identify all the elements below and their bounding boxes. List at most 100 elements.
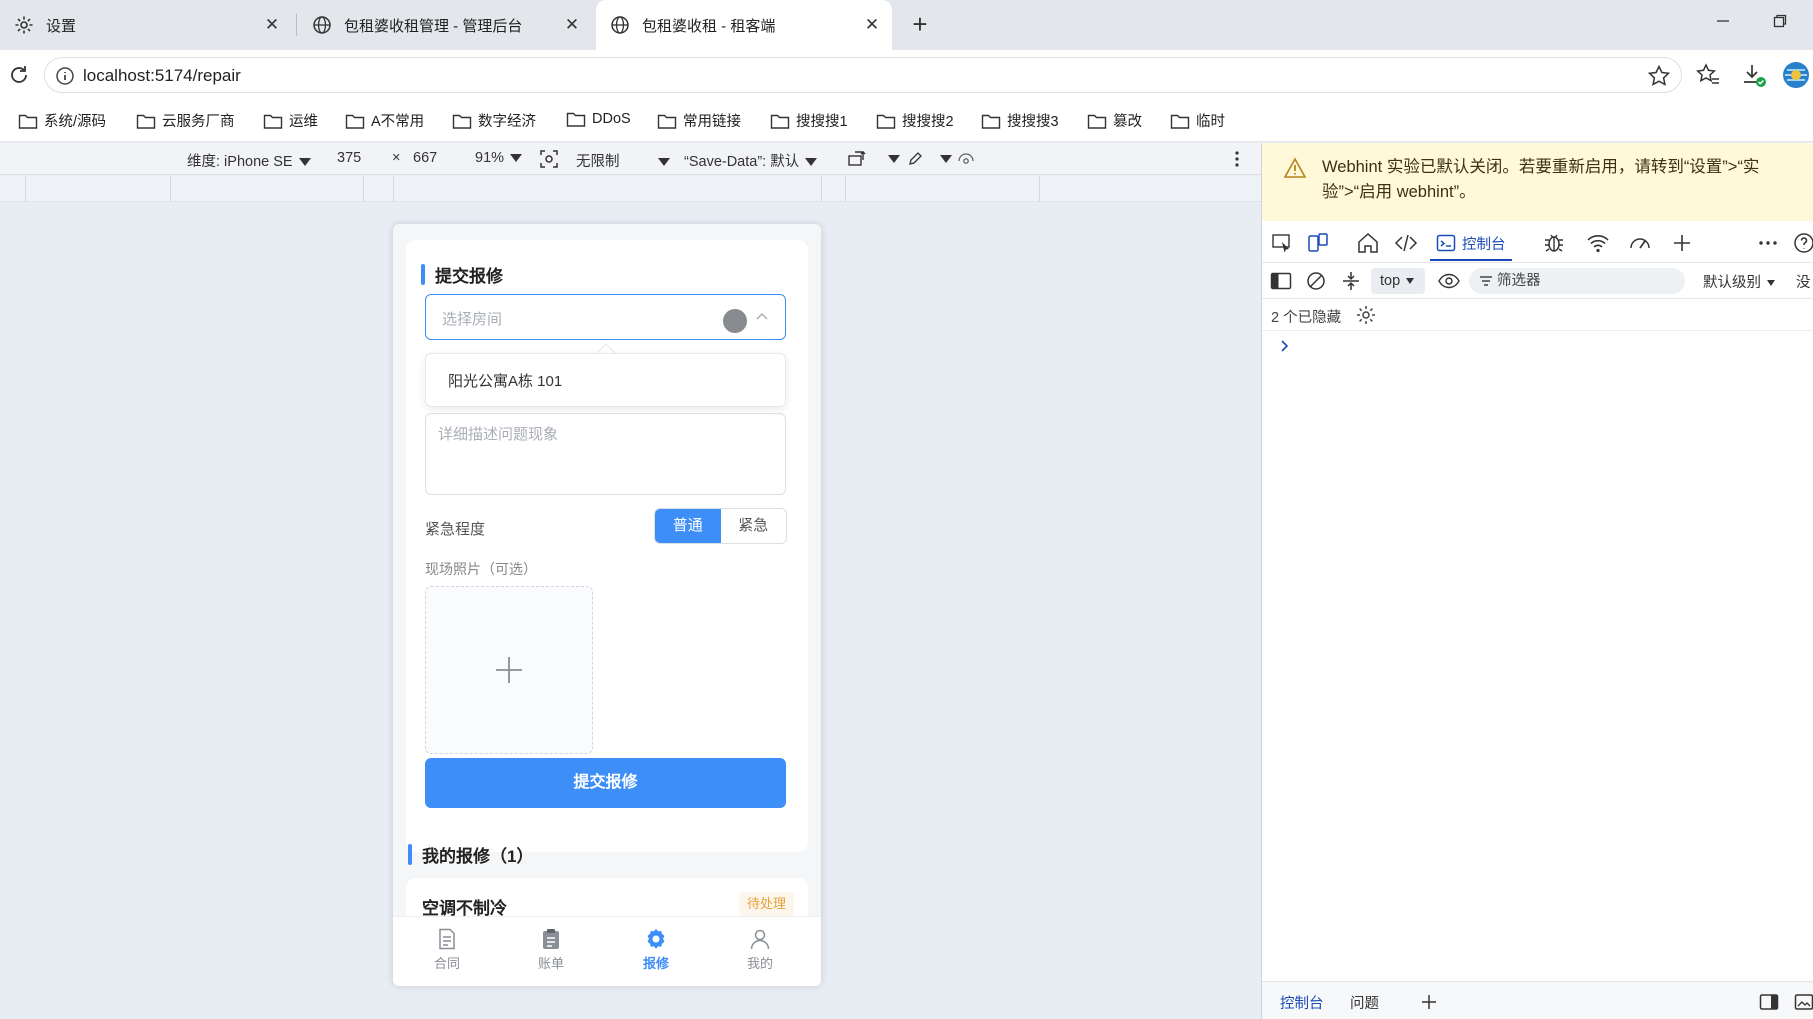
tab-console[interactable]: 控制台 <box>1430 227 1512 261</box>
favorites-icon[interactable] <box>1695 62 1721 88</box>
description-textarea[interactable]: 详细描述问题现象 <box>425 413 786 495</box>
bookmark-folder[interactable]: 搜搜搜2 <box>876 110 954 131</box>
profile-avatar-icon[interactable] <box>1782 61 1810 89</box>
urgency-toggle: 普通 紧急 <box>654 508 787 544</box>
screenshot-icon[interactable] <box>539 149 559 169</box>
bookmark-folder[interactable]: 云服务厂商 <box>136 110 235 131</box>
console-toolbar: top 筛选器 默认级别 没 <box>1262 263 1813 299</box>
media-query-ruler[interactable] <box>0 176 1261 202</box>
maximize-button[interactable] <box>1767 12 1793 38</box>
bookmark-folder[interactable]: 搜搜搜3 <box>981 110 1059 131</box>
device-toggle-icon[interactable] <box>1306 231 1330 255</box>
room-select-placeholder: 选择房间 <box>442 311 503 328</box>
throttle-select[interactable]: 无限制 <box>576 150 670 171</box>
tab-admin[interactable]: 包租婆收租管理 - 管理后台 ✕ <box>298 0 592 50</box>
folder-icon <box>1087 114 1107 129</box>
more-vertical-icon[interactable] <box>1232 149 1242 169</box>
device-select[interactable]: 维度: iPhone SE <box>187 150 311 171</box>
tab-settings[interactable]: 设置 ✕ <box>0 0 292 50</box>
device-width-field[interactable]: 375 <box>337 150 361 166</box>
bookmark-folder[interactable]: 篡改 <box>1087 110 1142 131</box>
console-prompt-icon[interactable] <box>1278 339 1292 353</box>
gear-icon <box>647 928 665 949</box>
bookmark-folder[interactable]: 系统/源码 <box>18 110 106 131</box>
zoom-select[interactable]: 91% <box>475 150 523 166</box>
eye-icon[interactable] <box>1438 273 1460 289</box>
submit-section-title: 提交报修 <box>421 262 503 287</box>
photo-upload[interactable] <box>425 586 593 754</box>
star-icon[interactable] <box>1647 64 1671 88</box>
bug-icon[interactable] <box>1542 231 1566 255</box>
gear-icon[interactable] <box>1355 304 1377 326</box>
browser-tab-strip: 设置 ✕ 包租婆收租管理 - 管理后台 ✕ 包租婆收租 - 租客端 ✕ + <box>0 0 1813 50</box>
plus-icon[interactable] <box>1420 993 1438 1011</box>
context-select[interactable]: top <box>1371 268 1425 294</box>
device-emulation-toolbar: 维度: iPhone SE 375 × 667 91% 无限制 “Save-Da… <box>0 143 1261 175</box>
caret-down-icon[interactable] <box>888 155 900 163</box>
home-icon[interactable] <box>1356 231 1380 255</box>
help-icon[interactable] <box>1792 231 1813 255</box>
tab-label: 包租婆收租 - 租客端 <box>642 17 776 35</box>
warning-icon <box>1284 157 1306 178</box>
urgency-urgent-button[interactable]: 紧急 <box>720 509 786 543</box>
info-icon[interactable] <box>55 66 75 86</box>
bookmark-folder[interactable]: 临时 <box>1170 110 1225 131</box>
new-tab-button[interactable]: + <box>906 11 934 39</box>
drawer-tab-console[interactable]: 控制台 <box>1280 992 1324 1013</box>
folder-icon <box>1170 114 1190 129</box>
bookmark-folder[interactable]: 常用链接 <box>657 110 741 131</box>
tab-tenant[interactable]: 包租婆收租 - 租客端 ✕ <box>596 0 892 50</box>
reload-icon[interactable] <box>6 62 32 88</box>
plus-icon[interactable] <box>1670 231 1694 255</box>
bookmark-folder[interactable]: A不常用 <box>345 110 424 131</box>
folder-icon <box>136 114 156 129</box>
rotate-icon[interactable] <box>847 150 869 168</box>
submit-repair-button[interactable]: 提交报修 <box>425 758 786 808</box>
tab-label: 包租婆收租管理 - 管理后台 <box>344 17 523 35</box>
clipboard-icon <box>543 929 559 949</box>
sensor-icon[interactable] <box>957 151 975 167</box>
wifi-icon[interactable] <box>1586 231 1610 255</box>
close-icon[interactable]: ✕ <box>562 15 582 35</box>
performance-icon[interactable] <box>1628 231 1652 255</box>
console-filter-input[interactable]: 筛选器 <box>1469 268 1685 294</box>
download-icon[interactable] <box>1741 62 1767 88</box>
save-data-select[interactable]: “Save-Data”: 默认 <box>684 150 818 171</box>
caret-down-icon[interactable] <box>940 155 952 163</box>
user-icon <box>750 929 770 950</box>
log-level-select[interactable]: 默认级别 <box>1703 271 1775 292</box>
url-bar[interactable]: localhost:5174/repair <box>44 57 1682 93</box>
close-icon[interactable]: ✕ <box>262 15 282 35</box>
folder-icon <box>18 114 38 129</box>
issues-counter[interactable]: 没 <box>1796 271 1811 292</box>
folder-icon <box>452 114 472 129</box>
caret-down-icon <box>805 158 818 167</box>
more-horizontal-icon[interactable] <box>1756 231 1780 255</box>
tab-label: 设置 <box>46 17 77 35</box>
bookmark-folder[interactable]: 数字经济 <box>452 110 536 131</box>
pen-icon[interactable] <box>907 151 923 167</box>
bookmark-folder[interactable]: 搜搜搜1 <box>770 110 848 131</box>
sidebar-toggle-icon[interactable] <box>1270 271 1292 291</box>
screencast-icon[interactable] <box>1794 993 1813 1011</box>
clear-console-icon[interactable] <box>1306 271 1326 291</box>
tab-repair[interactable]: 报修 <box>626 927 686 972</box>
minimize-button[interactable] <box>1710 12 1736 38</box>
photos-label: 现场照片（可选） <box>425 561 537 577</box>
elements-icon[interactable] <box>1394 231 1418 255</box>
tab-bills[interactable]: 账单 <box>521 927 581 972</box>
close-icon[interactable]: ✕ <box>862 15 882 35</box>
expand-icon[interactable] <box>1341 271 1361 291</box>
bottom-tab-bar: 合同 账单 报修 我的 <box>393 916 821 986</box>
tab-profile[interactable]: 我的 <box>730 927 790 972</box>
room-select[interactable]: 选择房间 <box>425 294 786 340</box>
bookmark-folder[interactable]: DDoS <box>566 110 631 128</box>
drawer-tab-issues[interactable]: 问题 <box>1350 992 1379 1013</box>
urgency-normal-button[interactable]: 普通 <box>655 509 721 543</box>
bookmark-folder[interactable]: 运维 <box>263 110 318 131</box>
dock-side-icon[interactable] <box>1759 993 1779 1011</box>
device-height-field[interactable]: 667 <box>413 150 437 166</box>
inspect-icon[interactable] <box>1270 231 1294 255</box>
tab-contract[interactable]: 合同 <box>417 927 477 972</box>
room-option[interactable]: 阳光公寓A栋 101 <box>448 370 562 391</box>
